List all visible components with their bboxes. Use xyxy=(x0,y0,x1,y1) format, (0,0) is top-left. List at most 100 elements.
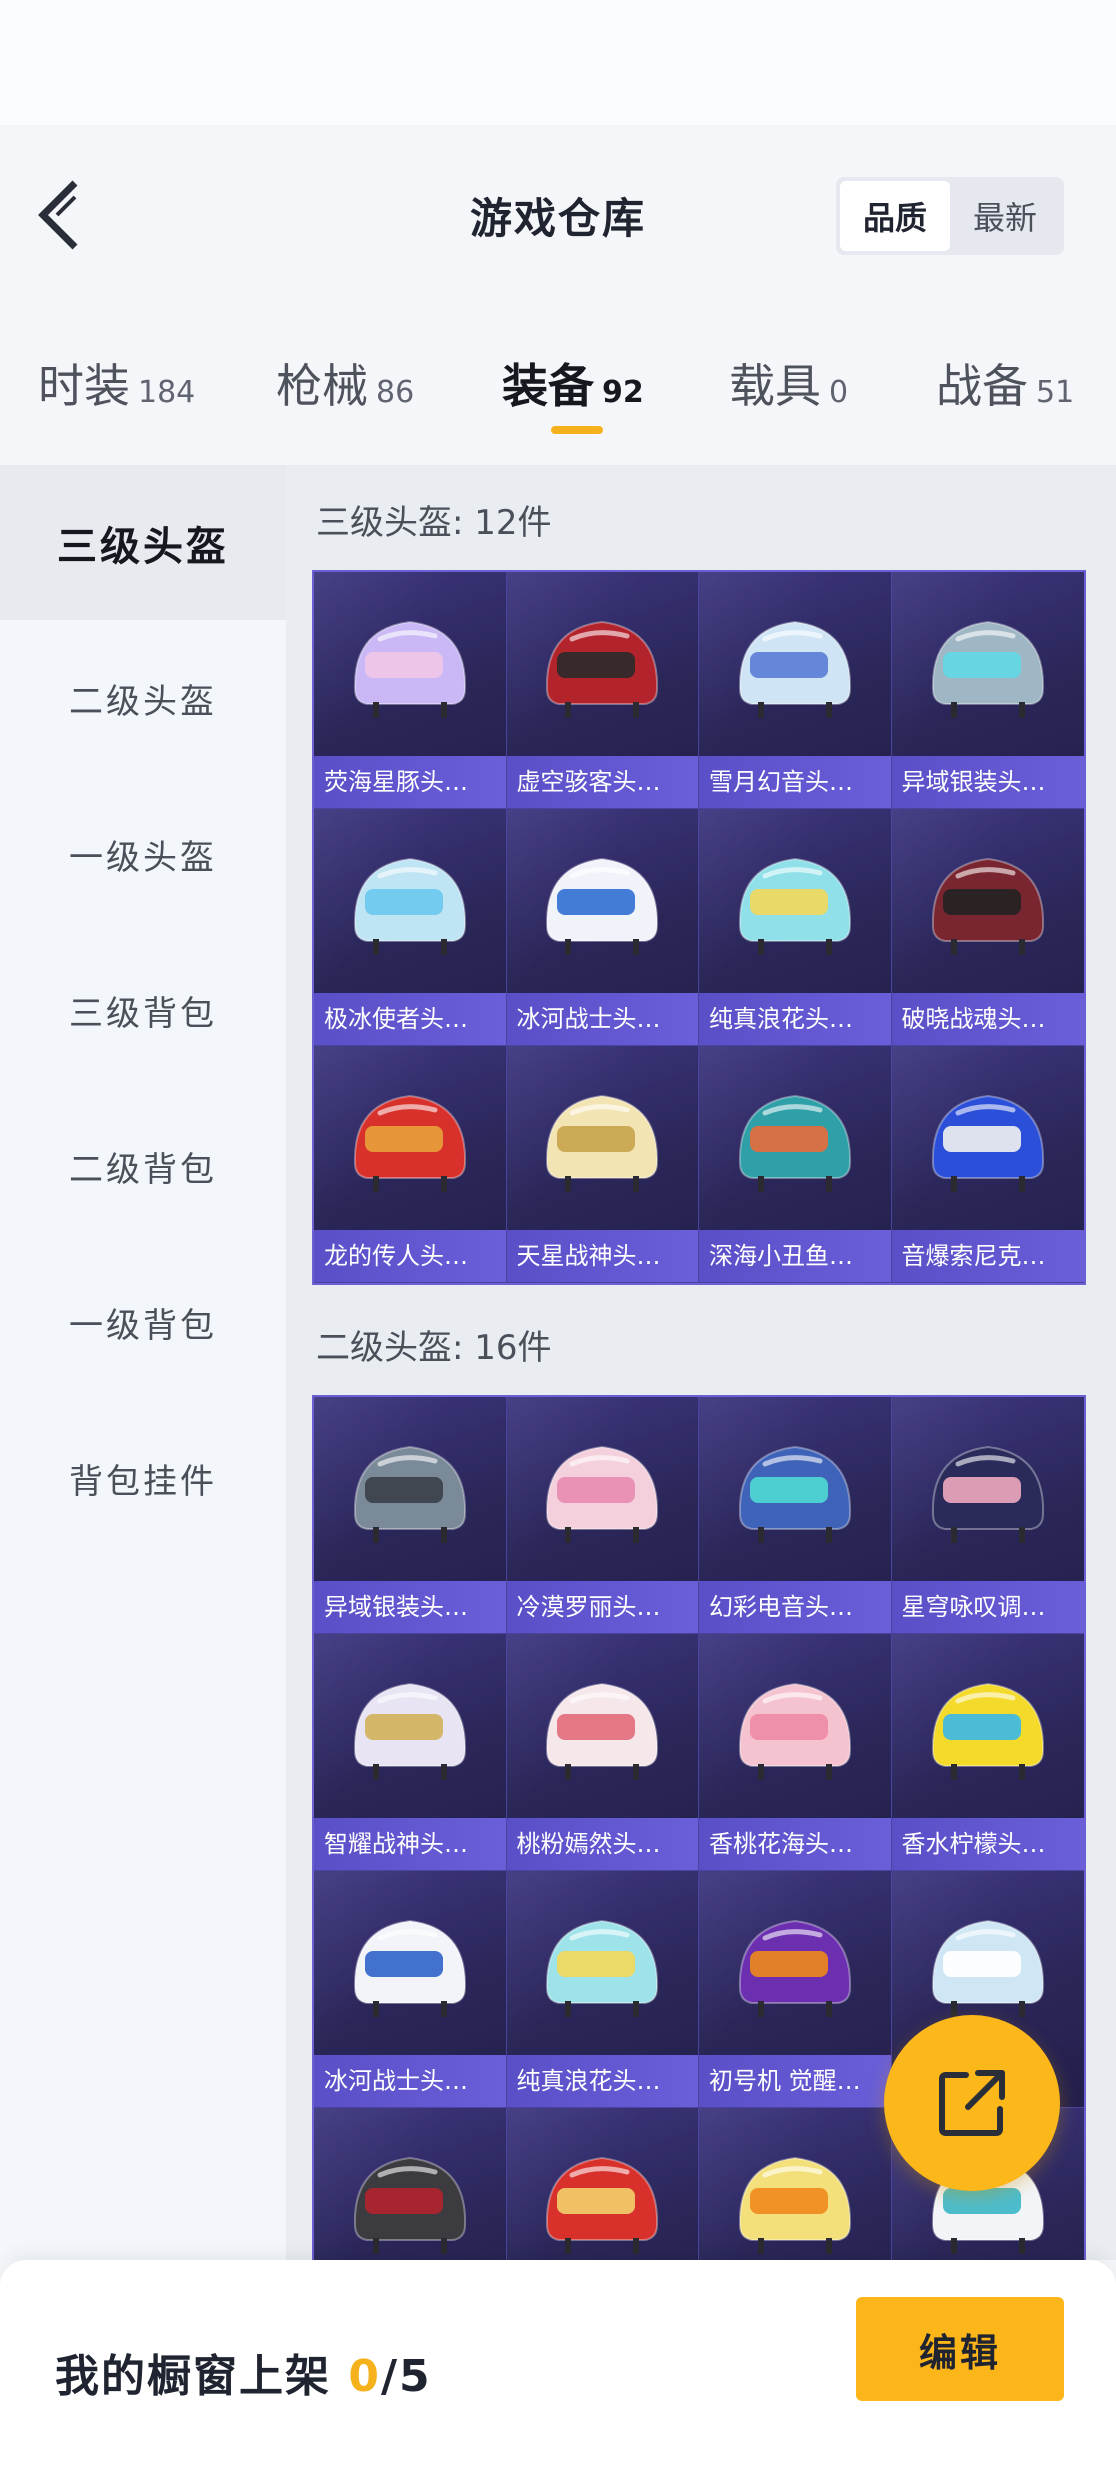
sidebar-item-level3-helmet[interactable]: 三级头盔 xyxy=(0,465,286,620)
item-card[interactable]: 极冰使者头… xyxy=(314,809,507,1046)
shelf-label: 我的橱窗上架 xyxy=(55,2351,331,2402)
helmet-icon xyxy=(546,857,659,955)
section-title: 二级头盔: 16件 xyxy=(316,1328,552,1368)
helmet-icon xyxy=(738,1094,851,1192)
edit-button[interactable]: 编辑 xyxy=(856,2297,1064,2401)
item-card[interactable]: 音爆索尼克… xyxy=(891,1046,1084,1283)
share-button[interactable] xyxy=(884,2015,1060,2191)
item-card[interactable]: 星穹咏叹调… xyxy=(891,1397,1084,1634)
item-card[interactable]: 冷漠罗丽头… xyxy=(506,1397,699,1634)
item-name: 香水柠檬头… xyxy=(891,1818,1084,1870)
item-card[interactable]: 虚空骇客头… xyxy=(506,572,699,809)
item-name: 虚空骇客头… xyxy=(506,756,698,808)
helmet-icon xyxy=(738,1682,851,1780)
item-card[interactable]: 龙的传人头… xyxy=(314,1046,507,1283)
status-area xyxy=(0,0,1116,125)
item-card[interactable]: 冰河战士头… xyxy=(314,1871,507,2108)
helmet-icon xyxy=(353,857,466,955)
item-name: 深海小丑鱼… xyxy=(699,1230,891,1282)
item-name: 雪月幻音头… xyxy=(699,756,891,808)
helmet-icon xyxy=(931,1445,1044,1543)
helmet-icon xyxy=(738,1919,851,2017)
item-name: 星穹咏叹调… xyxy=(891,1581,1084,1633)
sort-toggle: 品质 最新 xyxy=(836,177,1064,255)
sidebar-item-backpack-charm[interactable]: 背包挂件 xyxy=(0,1401,286,1556)
tab-firearms[interactable]: 枪械 86 xyxy=(276,350,414,416)
item-list[interactable]: 三级头盔: 12件 荧海星豚头… 虚空骇客头… 雪月幻音头… 异域银装头… 极冰使者头…… xyxy=(286,465,1116,2260)
active-tab-indicator xyxy=(551,426,603,434)
item-card[interactable]: 香桃花海头… xyxy=(699,1634,892,1871)
helmet-icon xyxy=(546,1919,659,2017)
share-external-icon xyxy=(939,2070,1005,2136)
item-name: 智耀战神头… xyxy=(314,1818,506,1870)
helmet-icon xyxy=(931,1682,1044,1780)
tab-supplies[interactable]: 战备 51 xyxy=(936,350,1074,416)
item-name: 异域银装头… xyxy=(891,756,1084,808)
item-card[interactable]: 深海小丑鱼… xyxy=(699,1046,892,1283)
item-name: 幻彩电音头… xyxy=(699,1581,891,1633)
item-name: 香桃花海头… xyxy=(699,1818,891,1870)
helmet-icon xyxy=(353,1094,466,1192)
item-card[interactable]: 桃粉嫣然头… xyxy=(506,1634,699,1871)
helmet-icon xyxy=(353,1919,466,2017)
sidebar-item-level2-helmet[interactable]: 二级头盔 xyxy=(0,621,286,776)
item-name: 天星战神头… xyxy=(506,1230,698,1282)
helmet-icon xyxy=(546,1682,659,1780)
item-name: 纯真浪花头… xyxy=(699,993,891,1045)
item-card[interactable] xyxy=(506,2108,699,2260)
item-card[interactable]: 幻彩电音头… xyxy=(699,1397,892,1634)
item-card[interactable]: 冰河战士头… xyxy=(506,809,699,1046)
item-card[interactable]: 雪月幻音头… xyxy=(699,572,892,809)
tab-label: 时装 xyxy=(38,359,130,413)
tab-label: 战备 xyxy=(936,359,1028,413)
tab-fashion[interactable]: 时装 184 xyxy=(38,350,195,416)
item-card[interactable]: 荧海星豚头… xyxy=(314,572,507,809)
item-card[interactable]: 智耀战神头… xyxy=(314,1634,507,1871)
item-card[interactable]: 异域银装头… xyxy=(891,572,1084,809)
shelf-total-count: /5 xyxy=(380,2351,432,2402)
category-tabs: 时装 184 枪械 86 装备 92 载具 0 战备 51 xyxy=(0,330,1116,440)
tab-count: 184 xyxy=(138,375,196,410)
bottom-bar: 我的橱窗上架 0/5 编辑 xyxy=(0,2260,1116,2484)
helmet-icon xyxy=(738,1445,851,1543)
item-card[interactable]: 纯真浪花头… xyxy=(699,809,892,1046)
tab-vehicles[interactable]: 载具 0 xyxy=(729,350,848,416)
item-name: 桃粉嫣然头… xyxy=(506,1818,698,1870)
item-name: 音爆索尼克… xyxy=(891,1230,1084,1282)
sidebar-item-level1-helmet[interactable]: 一级头盔 xyxy=(0,777,286,932)
sort-option-newest[interactable]: 最新 xyxy=(950,181,1060,251)
item-card[interactable]: 异域银装头… xyxy=(314,1397,507,1634)
item-name: 极冰使者头… xyxy=(314,993,506,1045)
helmet-icon xyxy=(931,620,1044,718)
item-card[interactable] xyxy=(699,2108,892,2260)
sort-option-quality[interactable]: 品质 xyxy=(840,181,950,251)
section-title: 三级头盔: 12件 xyxy=(316,503,552,543)
item-card[interactable]: 破晓战魂头… xyxy=(891,809,1084,1046)
sidebar-item-level2-backpack[interactable]: 二级背包 xyxy=(0,1089,286,1244)
helmet-icon xyxy=(546,2156,659,2254)
tab-label: 装备 xyxy=(502,359,594,413)
item-name: 初号机 觉醒… xyxy=(699,2055,891,2107)
item-card[interactable]: 天星战神头… xyxy=(506,1046,699,1283)
helmet-icon xyxy=(546,620,659,718)
tab-label: 载具 xyxy=(729,359,821,413)
sidebar-item-level1-backpack[interactable]: 一级背包 xyxy=(0,1245,286,1400)
item-name: 破晓战魂头… xyxy=(891,993,1084,1045)
item-card[interactable]: 初号机 觉醒… xyxy=(699,1871,892,2108)
item-card[interactable]: 香水柠檬头… xyxy=(891,1634,1084,1871)
helmet-icon xyxy=(931,1094,1044,1192)
item-card[interactable] xyxy=(314,2108,507,2260)
helmet-icon xyxy=(738,857,851,955)
helmet-icon xyxy=(546,1094,659,1192)
sidebar-item-level3-backpack[interactable]: 三级背包 xyxy=(0,933,286,1088)
item-name: 冰河战士头… xyxy=(506,993,698,1045)
helmet-icon xyxy=(353,1682,466,1780)
item-name: 纯真浪花头… xyxy=(506,2055,698,2107)
item-card[interactable]: 纯真浪花头… xyxy=(506,1871,699,2108)
tab-count: 0 xyxy=(829,375,849,410)
helmet-icon xyxy=(738,620,851,718)
helmet-icon xyxy=(931,1919,1044,2017)
item-name: 异域银装头… xyxy=(314,1581,506,1633)
tab-equipment[interactable]: 装备 92 xyxy=(502,350,644,416)
item-name: 冰河战士头… xyxy=(314,2055,506,2107)
